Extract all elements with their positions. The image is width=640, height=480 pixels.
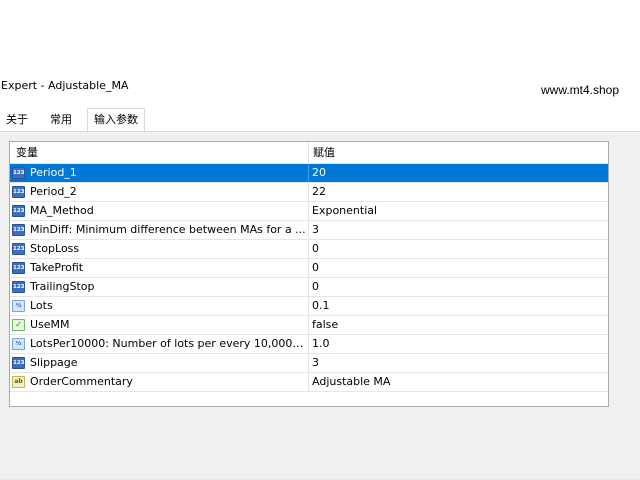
parameter-name: UseMM <box>30 318 70 331</box>
table-row[interactable]: ab OrderCommentary Adjustable MA <box>10 373 608 392</box>
parameter-value[interactable]: 0 <box>312 278 602 296</box>
parameter-name: TrailingStop <box>30 280 95 293</box>
tab-about[interactable]: 关于 <box>0 110 34 130</box>
cell-divider <box>308 316 309 334</box>
parameter-value[interactable]: false <box>312 316 602 334</box>
expert-properties-window: Expert - Adjustable_MA www.mt4.shop 关于 常… <box>0 0 640 480</box>
parameter-value[interactable]: Exponential <box>312 202 602 220</box>
column-header-value[interactable]: 赋值 <box>313 142 335 163</box>
parameter-name: LotsPer10000: Number of lots per every 1… <box>30 337 306 350</box>
parameter-value[interactable]: Adjustable MA <box>312 373 602 391</box>
cell-divider <box>308 240 309 258</box>
cell-divider <box>308 297 309 315</box>
int-icon: 123 <box>12 205 25 217</box>
double-icon: ½ <box>12 300 25 312</box>
parameter-name: StopLoss <box>30 242 80 255</box>
parameter-name: Slippage <box>30 356 78 369</box>
int-icon: 123 <box>12 281 25 293</box>
parameter-value[interactable]: 20 <box>312 164 602 182</box>
cell-divider <box>308 259 309 277</box>
table-row[interactable]: 123 TakeProfit 0 <box>10 259 608 278</box>
parameter-name: OrderCommentary <box>30 375 133 388</box>
column-divider[interactable] <box>308 142 309 163</box>
table-row[interactable]: 123 Period_2 22 <box>10 183 608 202</box>
string-icon: ab <box>12 376 25 388</box>
tab-inputs[interactable]: 输入参数 <box>87 108 145 132</box>
int-icon: 123 <box>12 186 25 198</box>
parameter-value[interactable]: 0 <box>312 259 602 277</box>
parameter-name: MinDiff: Minimum difference between MAs … <box>30 223 306 236</box>
table-row[interactable]: 123 MinDiff: Minimum difference between M… <box>10 221 608 240</box>
table-row[interactable]: 123 TrailingStop 0 <box>10 278 608 297</box>
table-row[interactable]: ½ Lots 0.1 <box>10 297 608 316</box>
cell-divider <box>308 164 309 182</box>
parameter-name: Period_1 <box>30 166 77 179</box>
parameter-name: MA_Method <box>30 204 94 217</box>
cell-divider <box>308 183 309 201</box>
grid-header: 变量 赋值 <box>10 142 608 164</box>
tab-common[interactable]: 常用 <box>44 110 78 130</box>
window-title: Expert - Adjustable_MA <box>1 79 129 92</box>
int-icon: 123 <box>12 262 25 274</box>
parameter-value[interactable]: 22 <box>312 183 602 201</box>
column-header-variable[interactable]: 变量 <box>16 142 38 163</box>
cell-divider <box>308 221 309 239</box>
table-row[interactable]: ½ LotsPer10000: Number of lots per every … <box>10 335 608 354</box>
parameter-value[interactable]: 3 <box>312 354 602 372</box>
cell-divider <box>308 278 309 296</box>
parameter-name: TakeProfit <box>30 261 84 274</box>
table-row[interactable]: 123 StopLoss 0 <box>10 240 608 259</box>
parameter-value[interactable]: 0.1 <box>312 297 602 315</box>
double-icon: ½ <box>12 338 25 350</box>
cell-divider <box>308 335 309 353</box>
int-icon: 123 <box>12 357 25 369</box>
int-icon: 123 <box>12 243 25 255</box>
tab-bar: 关于 常用 输入参数 <box>0 108 640 132</box>
watermark-text: www.mt4.shop <box>541 83 620 97</box>
parameter-value[interactable]: 0 <box>312 240 602 258</box>
parameter-value[interactable]: 3 <box>312 221 602 239</box>
table-row[interactable]: 123 Period_1 20 <box>10 164 608 183</box>
cell-divider <box>308 202 309 220</box>
parameter-name: Lots <box>30 299 53 312</box>
table-row[interactable]: 123 MA_Method Exponential <box>10 202 608 221</box>
table-row[interactable]: 123 Slippage 3 <box>10 354 608 373</box>
parameter-value[interactable]: 1.0 <box>312 335 602 353</box>
int-icon: 123 <box>12 167 25 179</box>
table-row[interactable]: ✓ UseMM false <box>10 316 608 335</box>
cell-divider <box>308 373 309 391</box>
bool-icon: ✓ <box>12 319 25 331</box>
cell-divider <box>308 354 309 372</box>
int-icon: 123 <box>12 224 25 236</box>
parameters-grid: 变量 赋值 123 Period_1 20 123 Period_2 22 123 MA_Me… <box>9 141 609 407</box>
parameter-name: Period_2 <box>30 185 77 198</box>
